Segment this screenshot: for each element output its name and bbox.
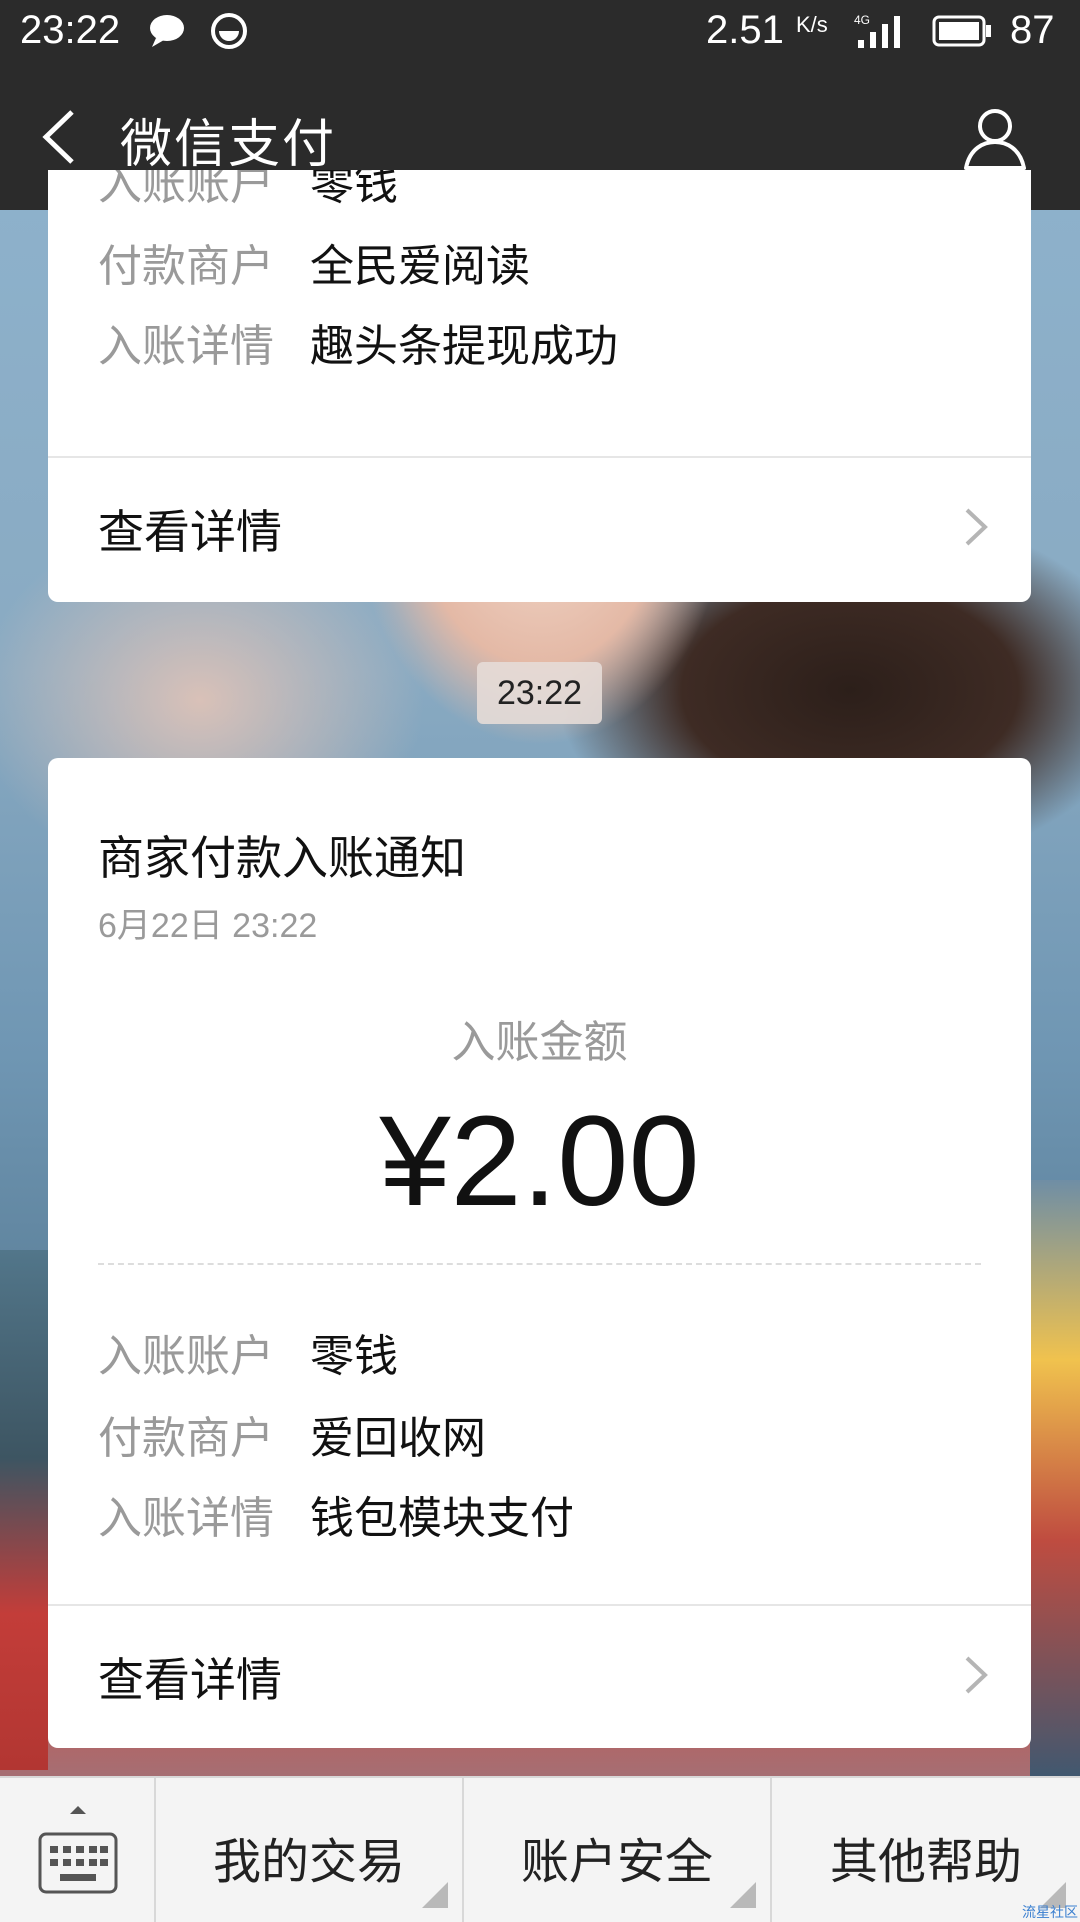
notification-date: 6月22日 23:22 xyxy=(98,907,318,945)
keyboard-icon xyxy=(38,1806,118,1894)
net-speed-unit: K/s xyxy=(796,12,828,37)
info-label: 入账详情 xyxy=(98,321,274,372)
info-row: 付款商户 爱回收网 xyxy=(98,1402,486,1466)
info-row: 入账详情 钱包模块支付 xyxy=(98,1482,574,1546)
info-row: 入账详情 趣头条提现成功 xyxy=(98,310,618,374)
info-label: 入账账户 xyxy=(98,1331,274,1382)
battery-level: 87 xyxy=(1010,8,1055,52)
view-details-link[interactable]: 查看详情 xyxy=(48,458,1031,598)
network-type: 4G xyxy=(854,13,870,27)
signal-icon: 4G xyxy=(854,13,900,48)
status-bar: 23:22 2.51 K/s 4G 87 xyxy=(0,0,1080,64)
info-label: 入账详情 xyxy=(98,1493,274,1544)
bottom-menu-bar: 我的交易 账户安全 其他帮助 流星社区 xyxy=(0,1776,1080,1922)
chat-bubble-icon xyxy=(150,15,184,47)
battery-icon xyxy=(932,15,991,47)
info-label: 付款商户 xyxy=(98,1413,274,1464)
info-row: 付款商户 全民爱阅读 xyxy=(98,230,530,294)
background-detail-left xyxy=(0,1250,48,1770)
net-speed: 2.51 xyxy=(706,8,784,52)
page-title: 微信支付 xyxy=(120,115,337,175)
view-details-label: 查看详情 xyxy=(98,1653,282,1707)
amount-label: 入账金额 xyxy=(451,1017,628,1068)
menu-tab-label: 其他帮助 xyxy=(829,1834,1022,1890)
info-label: 付款商户 xyxy=(98,241,274,292)
info-value: 钱包模块支付 xyxy=(310,1493,574,1544)
menu-tab-account-security[interactable]: 账户安全 xyxy=(464,1778,772,1922)
dashed-divider xyxy=(98,1263,981,1265)
info-value: 趣头条提现成功 xyxy=(310,321,618,372)
back-button[interactable] xyxy=(30,104,90,170)
menu-tab-my-transactions[interactable]: 我的交易 xyxy=(156,1778,464,1922)
chevron-right-icon xyxy=(965,1656,988,1694)
status-time: 23:22 xyxy=(20,8,121,52)
watermark-text: 流星社区 xyxy=(1022,1905,1078,1921)
info-label: 入账账户 xyxy=(98,170,274,210)
user-icon[interactable] xyxy=(960,104,1030,174)
menu-tab-other-help[interactable]: 其他帮助 xyxy=(772,1778,1080,1922)
submenu-indicator-icon xyxy=(422,1882,448,1908)
app-circle-icon xyxy=(211,13,247,49)
amount-value: ¥2.00 xyxy=(379,1090,700,1233)
chevron-right-icon xyxy=(965,508,988,546)
info-row: 入账账户 零钱 xyxy=(98,170,398,212)
submenu-indicator-icon xyxy=(730,1882,756,1908)
keyboard-toggle-button[interactable] xyxy=(0,1778,156,1922)
info-value: 零钱 xyxy=(310,1331,398,1382)
info-value: 全民爱阅读 xyxy=(310,241,530,292)
menu-tab-label: 账户安全 xyxy=(520,1834,713,1890)
notification-title: 商家付款入账通知 xyxy=(98,831,466,885)
previous-payment-card: 入账账户 零钱 付款商户 全民爱阅读 入账详情 趣头条提现成功 查看详情 xyxy=(48,170,1031,602)
info-value: 爱回收网 xyxy=(310,1413,486,1464)
timestamp-chip: 23:22 xyxy=(477,662,602,724)
view-details-label: 查看详情 xyxy=(98,505,282,559)
payment-notification-card[interactable]: 商家付款入账通知 6月22日 23:22 入账金额 ¥2.00 入账账户 零钱 付… xyxy=(48,758,1031,1748)
info-row: 入账账户 零钱 xyxy=(98,1320,398,1384)
view-details-link[interactable]: 查看详情 xyxy=(48,1606,1031,1746)
menu-tab-label: 我的交易 xyxy=(212,1834,405,1890)
background-detail-right xyxy=(1030,1180,1080,1780)
info-value: 零钱 xyxy=(310,170,398,210)
